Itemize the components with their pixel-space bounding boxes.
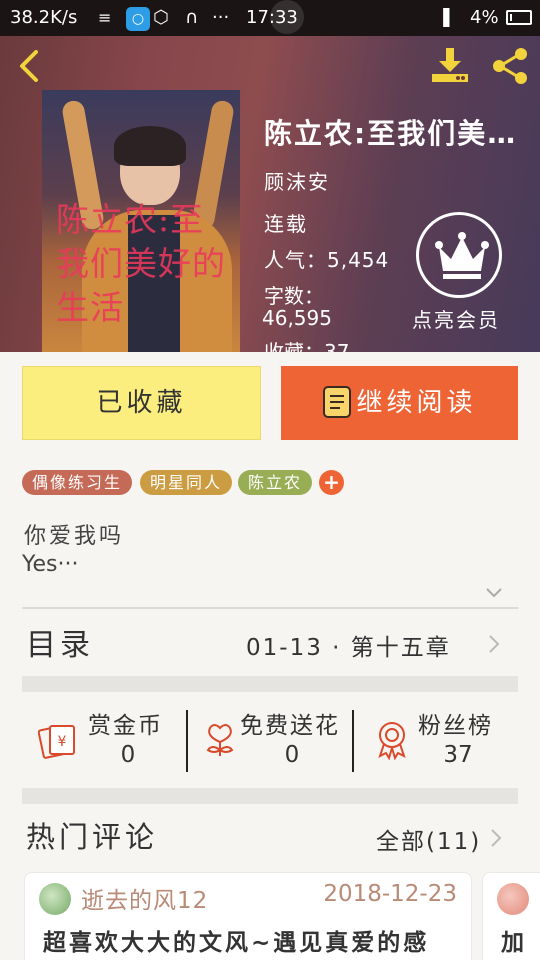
book-header: 陈立农:至我们美好的生活 陈立农:至我们美… 顾沫安 连载 人气：5,454 字… (0, 36, 540, 352)
red-envelope-icon: ¥ (38, 725, 75, 759)
toc-latest-chapter[interactable]: 01-13 · 第十五章 (246, 628, 451, 662)
comment-card[interactable]: 加 (482, 872, 540, 960)
comment-username[interactable]: 逝去的风12 (81, 881, 208, 915)
download-icon (432, 48, 468, 82)
app-notification-icon: ○ (126, 7, 150, 31)
tag-item[interactable]: 明星同人 (140, 470, 232, 495)
download-button[interactable] (430, 46, 470, 86)
stat-value: 37 (443, 742, 473, 768)
more-notifications: ··· (212, 7, 230, 28)
continue-reading-button[interactable]: 继续阅读 (281, 366, 518, 440)
avatar[interactable] (39, 883, 71, 915)
medal-icon (378, 722, 406, 760)
vip-label: 点亮会员 (412, 308, 500, 332)
stat-value: 0 (120, 742, 136, 768)
hot-comments-heading: 热门评论 (26, 820, 159, 854)
comment-text: 超喜欢大大的文风~遇见真爱的感 (43, 930, 430, 956)
divider (352, 710, 354, 772)
vip-membership-button[interactable]: 点亮会员 (412, 212, 504, 332)
fan-ranking-button[interactable]: 粉丝榜 37 (374, 700, 518, 780)
book-word-count-label: 字数： (264, 284, 324, 308)
book-cover[interactable]: 陈立农:至我们美好的生活 (42, 90, 240, 352)
vip-badge (416, 212, 502, 298)
continue-reading-label: 继续阅读 (356, 388, 477, 418)
tag-item[interactable]: 偶像练习生 (22, 470, 132, 495)
reward-coins-button[interactable]: ¥ 赏金币 0 (38, 700, 188, 780)
battery-icon (506, 10, 532, 25)
comment-card[interactable]: 逝去的风12 2018-12-23 超喜欢大大的文风~遇见真爱的感 (24, 872, 472, 960)
signal-icon: ▐ (437, 8, 450, 27)
clock: 17:33 (246, 7, 298, 28)
book-title: 陈立农:至我们美… (264, 117, 518, 150)
chevron-right-icon[interactable] (488, 826, 504, 850)
intro-line-1: 你爱我吗 (24, 524, 125, 549)
back-button[interactable] (14, 48, 46, 84)
svg-text:¥: ¥ (58, 734, 67, 750)
section-separator (22, 676, 518, 692)
free-flower-button[interactable]: 免费送花 0 (202, 700, 362, 780)
share-button[interactable] (490, 46, 530, 86)
net-speed: 38.2K/s (10, 7, 78, 28)
intro-line-2: Yes··· (22, 552, 79, 577)
headset-icon: ∩ (185, 7, 199, 28)
avatar[interactable] (497, 883, 529, 915)
book-favorites: 收藏：37 (264, 340, 350, 352)
add-tag-button[interactable]: + (319, 470, 344, 495)
status-bar: 38.2K/s ≡ ○ ⬡ ∩ ··· 17:33 ▐ 4% (0, 0, 540, 36)
wifi-icon: ≡ (98, 8, 112, 27)
all-comments-link[interactable]: 全部(11) (376, 822, 481, 856)
stat-label: 免费送花 (240, 713, 340, 739)
book-author[interactable]: 顾沫安 (264, 166, 330, 195)
tag-item[interactable]: 陈立农 (238, 470, 312, 495)
section-separator (22, 788, 518, 804)
book-word-count-value: 46,595 (262, 306, 332, 330)
stat-label: 赏金币 (88, 713, 163, 739)
book-popularity: 人气：5,454 (264, 248, 390, 272)
share-icon (493, 48, 527, 84)
comment-date: 2018-12-23 (323, 881, 457, 907)
comment-text: 加 (501, 930, 524, 956)
chevron-down-icon[interactable] (484, 586, 504, 600)
back-arrow-icon (20, 50, 38, 82)
book-icon (323, 385, 352, 418)
toc-label[interactable]: 目录 (26, 620, 94, 664)
gamepad-icon: ⬡ (153, 7, 169, 28)
crown-icon (435, 232, 489, 279)
chevron-right-icon[interactable] (486, 632, 502, 656)
flower-icon (206, 724, 234, 756)
cover-title-text: 陈立农:至我们美好的生活 (56, 200, 226, 327)
battery-percent: 4% (470, 7, 499, 28)
stat-label: 粉丝榜 (418, 713, 493, 739)
stats-row: ¥ 赏金币 0 免费送花 0 粉丝榜 37 (22, 700, 518, 780)
divider (22, 607, 518, 609)
favorited-button[interactable]: 已收藏 (22, 366, 261, 440)
stat-value: 0 (284, 742, 300, 768)
divider (186, 710, 188, 772)
book-status: 连载 (264, 212, 308, 236)
